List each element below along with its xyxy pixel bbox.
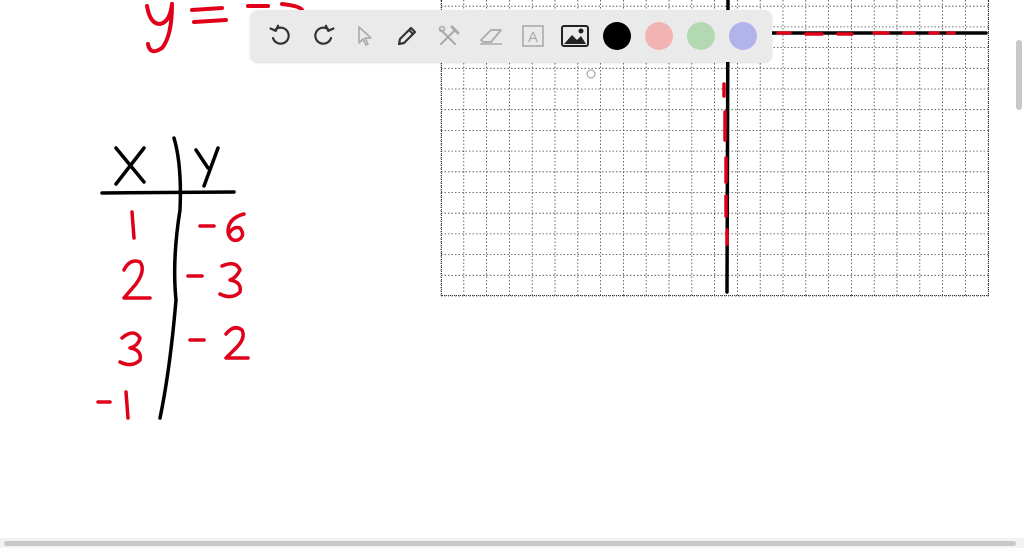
horizontal-scrollbar[interactable] [0,538,1024,548]
pen-tool-button[interactable] [386,15,428,57]
table-lines [100,136,236,420]
drawing-toolbar: A [250,10,772,62]
tools-icon [438,25,460,45]
select-cursor-icon [358,26,372,46]
vertical-scrollbar[interactable] [1016,40,1022,110]
tools-button[interactable] [428,15,470,57]
text-box-icon: A [522,25,544,47]
color-green-swatch[interactable] [687,22,715,50]
image-tool-button[interactable] [554,15,596,57]
color-blue-swatch[interactable] [729,22,757,50]
eraser-icon [480,29,502,45]
text-tool-button[interactable]: A [512,15,554,57]
table-y-values [186,212,250,360]
table-header-y [194,146,220,188]
color-black-swatch[interactable] [603,22,631,50]
whiteboard-canvas[interactable]: y = −6 X Y 1 2 3 -1 -6 -3 -2 [0,0,1024,548]
eraser-tool-button[interactable] [470,15,512,57]
pointer-mark [586,69,596,79]
undo-button[interactable] [260,15,302,57]
handwriting-layer [96,0,988,420]
redo-button[interactable] [302,15,344,57]
redo-icon [314,24,335,45]
horizontal-scrollbar-thumb[interactable] [4,541,1016,546]
graph-dashed-lines [722,31,956,246]
table-header-x [114,146,146,186]
undo-icon [269,24,290,45]
select-tool-button[interactable] [344,15,386,57]
image-icon [561,25,589,47]
pen-icon [397,26,417,46]
table-x-values [96,210,152,420]
svg-text:A: A [528,29,538,46]
color-red-swatch[interactable] [645,22,673,50]
